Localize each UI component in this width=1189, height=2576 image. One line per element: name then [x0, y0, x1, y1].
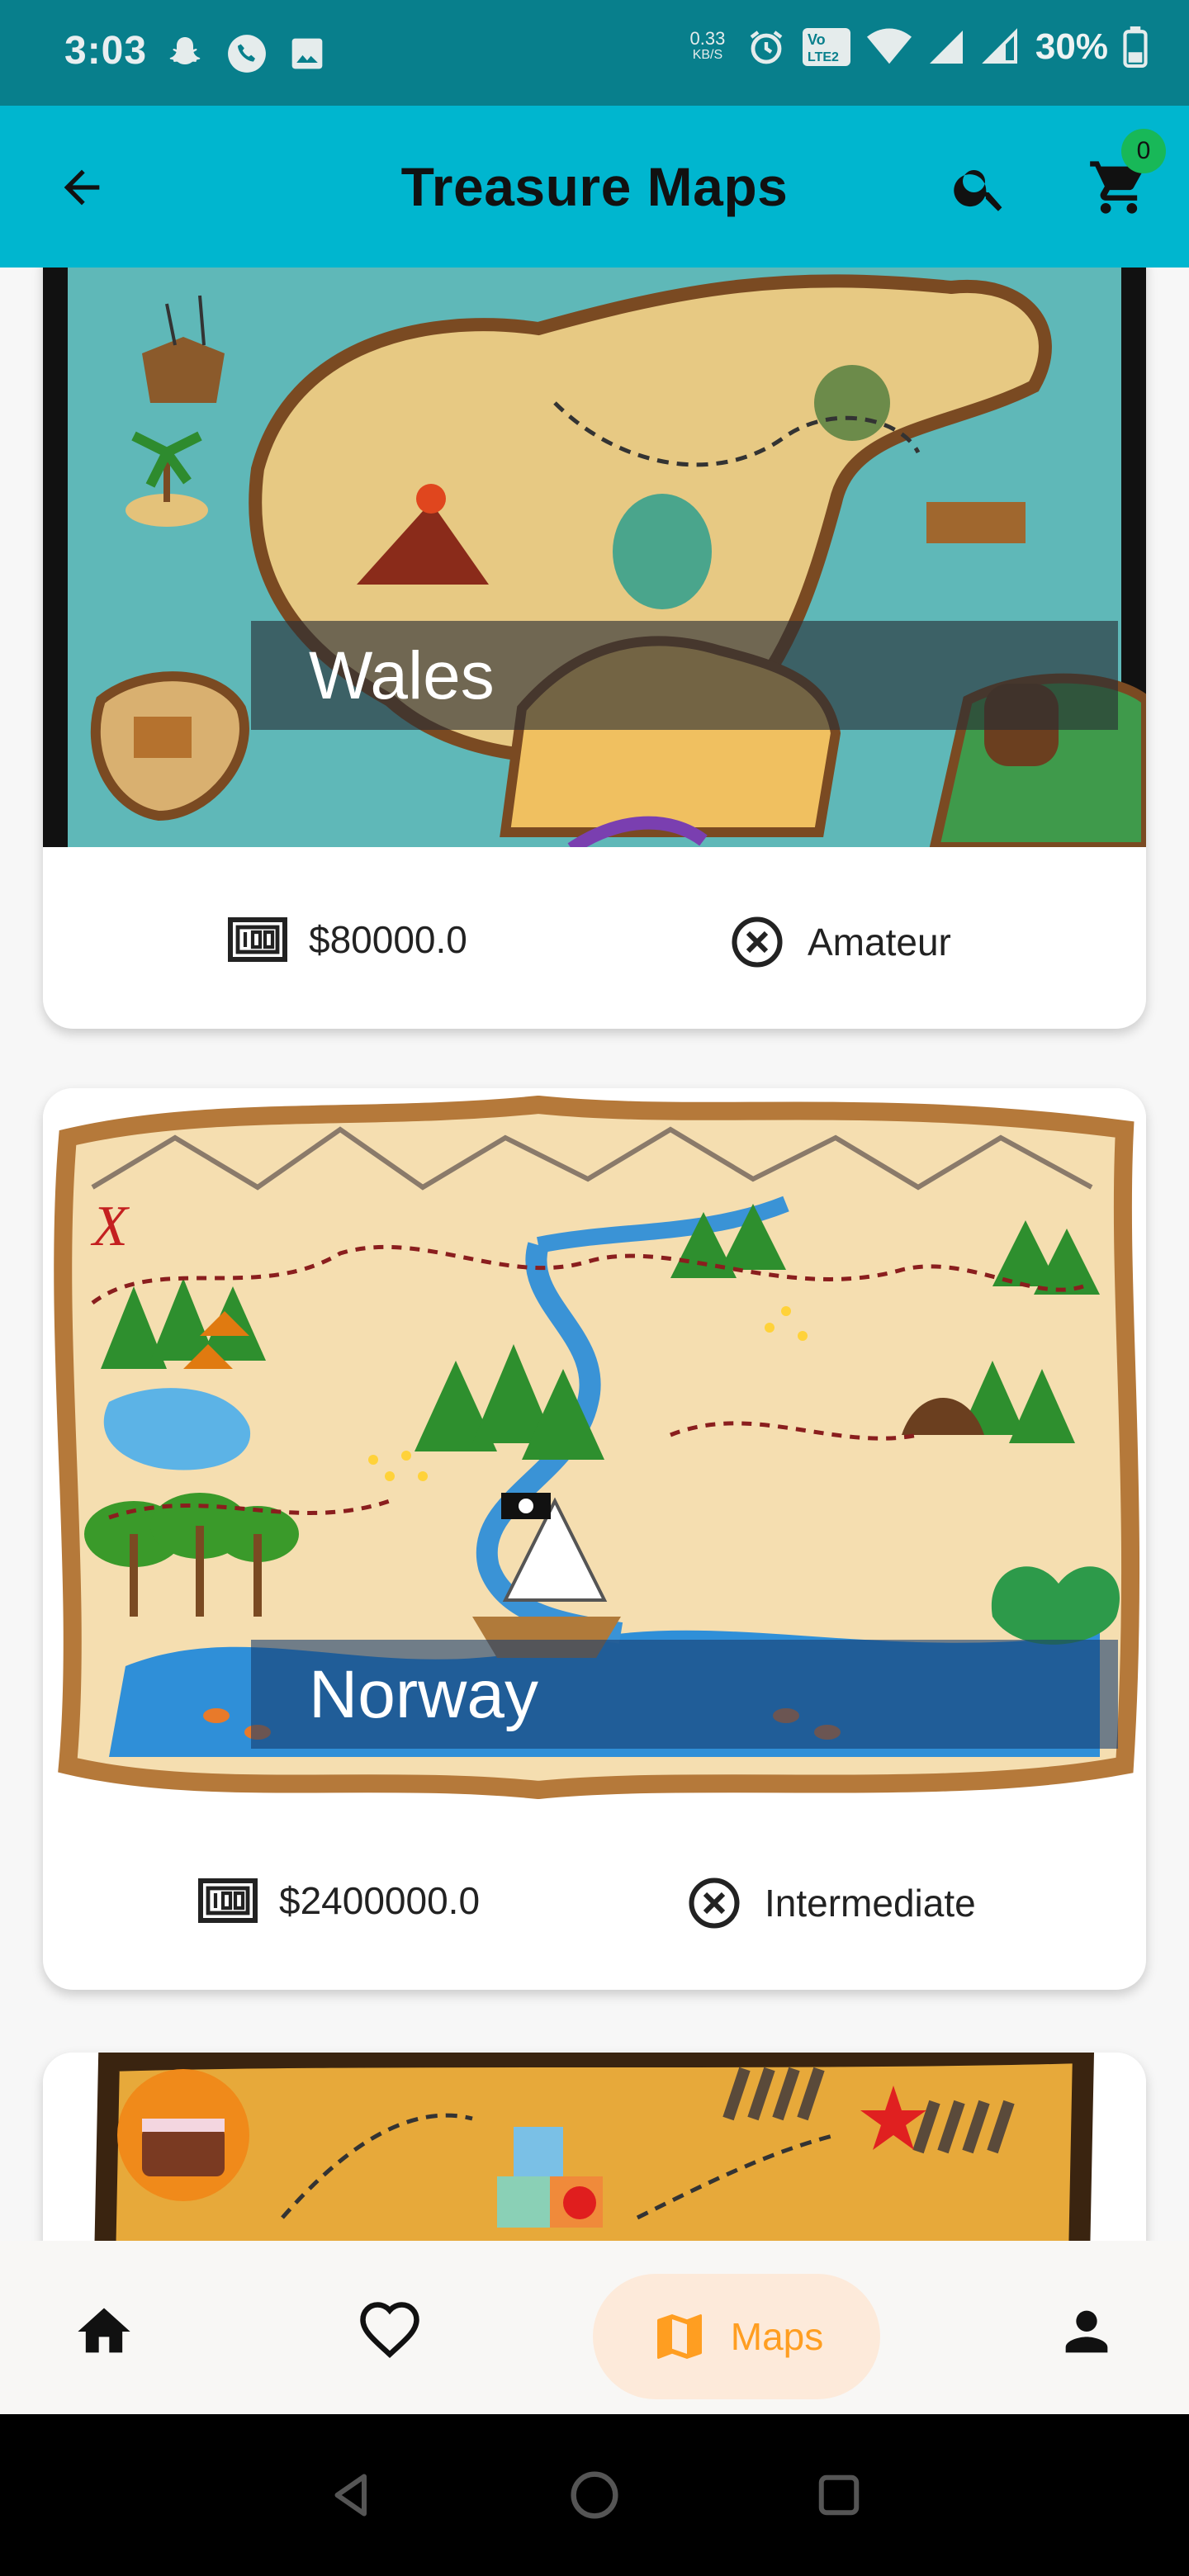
network-speed-value: 0.33 — [689, 28, 726, 49]
status-notification-icons — [165, 33, 325, 74]
map-image: Wales — [43, 268, 1146, 847]
nav-maps[interactable]: Maps — [593, 2274, 880, 2399]
map-image: X Norway — [43, 1088, 1146, 1808]
nav-maps-label: Maps — [730, 2315, 824, 2358]
circle-home-icon — [571, 2471, 618, 2519]
map-price-value: $80000.0 — [309, 918, 467, 961]
home-icon — [78, 2308, 130, 2353]
volte-icon: Vo LTE2 — [802, 28, 850, 66]
map-card[interactable]: X Norway $2400000.0 Intermediate — [43, 1088, 1146, 1990]
map-level: Amateur — [730, 915, 951, 969]
system-navigation-bar — [0, 2414, 1189, 2576]
maps-list[interactable]: Wales $80000.0 Amateur X Norway $2400000… — [0, 268, 1189, 2241]
battery-icon — [1123, 26, 1148, 68]
status-bar: 3:03 0.33 KB/S Vo LTE2 30% — [0, 0, 1189, 106]
svg-text:Vo: Vo — [808, 31, 826, 48]
status-system-icons: 0.33 KB/S Vo LTE2 30% — [684, 26, 1148, 68]
map-price-value: $2400000.0 — [279, 1879, 481, 1922]
heart-icon — [360, 2302, 419, 2359]
money-icon — [198, 1878, 258, 1923]
wifi-icon — [866, 28, 912, 64]
map-price: $80000.0 — [228, 915, 467, 964]
cart-count-badge: 0 — [1121, 129, 1166, 173]
triangle-back-icon — [334, 2474, 367, 2517]
map-level-value: Amateur — [808, 921, 951, 964]
system-back-button[interactable] — [319, 2462, 385, 2528]
map-icon — [656, 2314, 702, 2359]
network-speed-unit: KB/S — [692, 48, 723, 62]
status-time: 3:03 — [64, 29, 148, 73]
alarm-icon — [750, 31, 783, 64]
person-icon — [1065, 2310, 1108, 2353]
map-level-value: Intermediate — [765, 1882, 976, 1925]
signal-icon — [929, 31, 963, 64]
svg-text:X: X — [90, 1195, 130, 1258]
map-meta: $80000.0 Amateur — [43, 847, 1146, 1029]
cancel-circle-icon — [689, 1878, 740, 1929]
phone-call-icon — [228, 35, 266, 73]
system-recents-button[interactable] — [806, 2462, 872, 2528]
image-icon — [291, 38, 323, 69]
system-home-button[interactable] — [561, 2462, 628, 2528]
map-card[interactable] — [43, 2053, 1146, 2241]
map-illustration — [43, 2053, 1146, 2241]
nav-profile[interactable] — [1045, 2290, 1128, 2373]
map-name-overlay: Wales — [251, 621, 1118, 730]
search-button[interactable] — [935, 142, 1026, 233]
phone-screen: 3:03 0.33 KB/S Vo LTE2 30% Treasure Maps — [0, 0, 1189, 2576]
map-price: $2400000.0 — [198, 1876, 480, 1925]
map-name-overlay: Norway — [251, 1640, 1118, 1749]
square-recents-icon — [818, 2474, 860, 2516]
nav-home[interactable] — [63, 2290, 145, 2373]
nav-favorites[interactable] — [348, 2290, 431, 2373]
money-icon — [228, 917, 287, 962]
map-meta: $2400000.0 Intermediate — [43, 1808, 1146, 1990]
search-icon — [954, 170, 1002, 211]
cancel-circle-icon — [732, 916, 783, 968]
map-name: Norway — [309, 1657, 538, 1732]
map-illustration — [43, 268, 1146, 847]
bottom-navigation: Maps — [0, 2241, 1189, 2414]
signal-roaming-icon — [982, 28, 1017, 64]
map-level: Intermediate — [687, 1876, 976, 1930]
map-name: Wales — [309, 638, 495, 713]
map-image — [43, 2053, 1146, 2241]
svg-text:LTE2: LTE2 — [808, 50, 839, 64]
battery-percent: 30% — [1035, 26, 1108, 67]
app-bar: Treasure Maps — [0, 106, 1189, 268]
network-speed: 0.33 KB/S — [684, 28, 732, 64]
snapchat-icon — [169, 37, 201, 64]
map-card[interactable]: Wales $80000.0 Amateur — [43, 268, 1146, 1029]
